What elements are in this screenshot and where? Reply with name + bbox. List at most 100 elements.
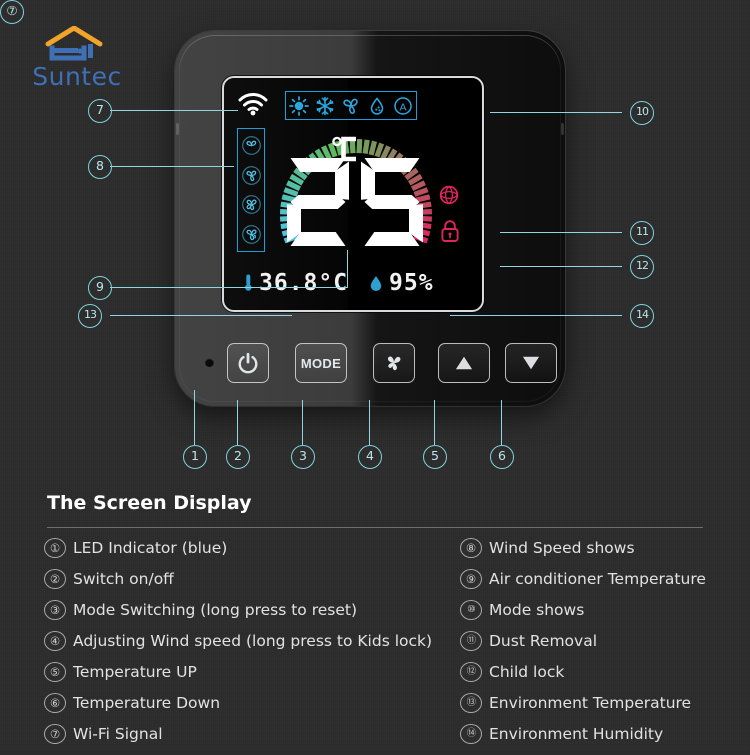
humidity-droplet-icon <box>369 274 383 293</box>
environment-humidity-value: 95% <box>389 272 434 295</box>
legend-item-label: Wind Speed shows <box>489 538 635 558</box>
legend-item: ⑫ Child lock <box>460 662 750 693</box>
legend-item: ⑩ Mode shows <box>460 600 750 631</box>
legend-item-label: Air conditioner Temperature <box>489 569 706 589</box>
cool-mode-icon <box>315 96 335 116</box>
legend-item-number: ② <box>44 569 66 589</box>
leader-9a <box>110 287 348 288</box>
legend-divider <box>47 527 703 528</box>
power-icon <box>237 352 259 374</box>
legend-item-number: ⑭ <box>460 724 482 744</box>
set-temperature-display: 25 <box>279 154 429 250</box>
fan-speed-column <box>237 128 265 252</box>
legend-item: ⑭ Environment Humidity <box>460 724 750 755</box>
legend-item-number: ⑬ <box>460 693 482 713</box>
callout-bubble-2: 2 <box>226 445 250 469</box>
legend-item-label: Environment Humidity <box>489 724 663 744</box>
callout-bubble-12: 12 <box>630 255 654 279</box>
legend-item-label: Adjusting Wind speed (long press to Kids… <box>73 631 432 651</box>
legend-item-label: Mode Switching (long press to reset) <box>73 600 357 620</box>
environment-humidity-readout: 95% <box>369 272 434 295</box>
callout-bubble-11: 11 <box>630 221 654 245</box>
child-lock-icon <box>440 219 460 243</box>
fan-speed-button[interactable] <box>373 343 415 383</box>
environment-temperature-readout: 36.8°C <box>244 272 348 295</box>
brand-logo: Suntec <box>22 26 132 88</box>
callout-bubble-10: 10 <box>630 101 654 125</box>
temp-up-button[interactable] <box>438 343 490 383</box>
leader-5 <box>434 400 435 445</box>
callout-7: ⑦ <box>0 0 24 24</box>
legend-item-label: Dust Removal <box>489 631 597 651</box>
fan-icon <box>383 352 405 374</box>
callout-bubble-7: 7 <box>88 99 112 123</box>
leader-2 <box>237 400 238 445</box>
legend-item-number: ⑨ <box>460 569 482 589</box>
mode-indicator-bar: A <box>285 91 417 120</box>
leader-4 <box>369 400 370 445</box>
callout-bubble-13: 13 <box>78 304 102 328</box>
fan-speed-2-icon <box>241 165 262 186</box>
leader-11 <box>500 232 622 233</box>
legend-item-label: Switch on/off <box>73 569 174 589</box>
callout-bubble-14: 14 <box>630 304 654 328</box>
fan-mode-icon <box>341 96 361 116</box>
legend-item-label: Mode shows <box>489 600 584 620</box>
suntec-house-icon <box>44 26 104 64</box>
dust-removal-icon <box>438 184 460 206</box>
callout-bubble-6: 6 <box>490 445 514 469</box>
environment-readouts: 36.8°C 95% <box>224 270 482 296</box>
power-button[interactable] <box>227 343 269 383</box>
device-notch-right <box>561 123 564 135</box>
auto-mode-icon: A <box>393 96 413 116</box>
legend-item-label: Temperature Down <box>73 693 220 713</box>
legend-item-number: ⑦ <box>44 724 66 744</box>
thermostat-device: A <box>175 31 565 406</box>
legend-item-label: Wi-Fi Signal <box>73 724 163 744</box>
callout-bubble-4: 4 <box>358 445 382 469</box>
leader-8 <box>110 166 234 167</box>
legend-item: ⑪ Dust Removal <box>460 631 750 662</box>
mode-button[interactable]: MODE <box>295 343 347 383</box>
legend-column-right: ⑧Wind Speed shows⑨Air conditioner Temper… <box>460 538 750 755</box>
fan-speed-3-icon <box>241 194 262 215</box>
dehumidify-mode-icon <box>367 96 387 116</box>
leader-9b <box>347 250 348 288</box>
callout-bubble-5: 5 <box>423 445 447 469</box>
environment-temperature-value: 36.8°C <box>259 272 348 295</box>
leader-10 <box>490 112 622 113</box>
wifi-icon <box>238 92 268 116</box>
legend-item: ⑨ Air conditioner Temperature <box>460 569 750 600</box>
legend-item-label: Environment Temperature <box>489 693 691 713</box>
legend-item-number: ⑪ <box>460 631 482 651</box>
callout-bubble-3: 3 <box>291 445 315 469</box>
legend-item-number: ⑤ <box>44 662 66 682</box>
legend-item-label: Temperature UP <box>73 662 197 682</box>
leader-12 <box>500 266 622 267</box>
leader-7 <box>110 110 238 111</box>
legend-title: The Screen Display <box>47 492 252 514</box>
heat-mode-icon <box>289 96 309 116</box>
legend-item-number: ⑫ <box>460 662 482 682</box>
lcd-screen: A <box>222 76 484 312</box>
legend-item: ①LED Indicator (blue) <box>44 538 464 569</box>
legend-item-number: ④ <box>44 631 66 651</box>
led-indicator <box>205 358 214 367</box>
legend-item-number: ⑥ <box>44 693 66 713</box>
triangle-down-icon <box>520 354 542 372</box>
legend-item: ④ Adjusting Wind speed (long press to Kid… <box>44 631 464 662</box>
legend-item: ⑬ Environment Temperature <box>460 693 750 724</box>
triangle-up-icon <box>453 354 475 372</box>
callout-bubble-9: 9 <box>88 276 112 300</box>
thermometer-icon <box>244 272 253 294</box>
legend-item: ③Mode Switching (long press to reset) <box>44 600 464 631</box>
fan-speed-4-icon <box>241 224 262 245</box>
legend-item: ⑤ Temperature UP <box>44 662 464 693</box>
legend-item: ⑦ Wi-Fi Signal <box>44 724 464 755</box>
legend-item-label: Child lock <box>489 662 564 682</box>
temp-down-button[interactable] <box>505 343 557 383</box>
leader-13 <box>110 315 292 316</box>
brand-name: Suntec <box>22 62 132 91</box>
legend-item-number: ⑩ <box>460 600 482 620</box>
legend-section: The Screen Display ①LED Indicator (blue)… <box>0 482 750 750</box>
